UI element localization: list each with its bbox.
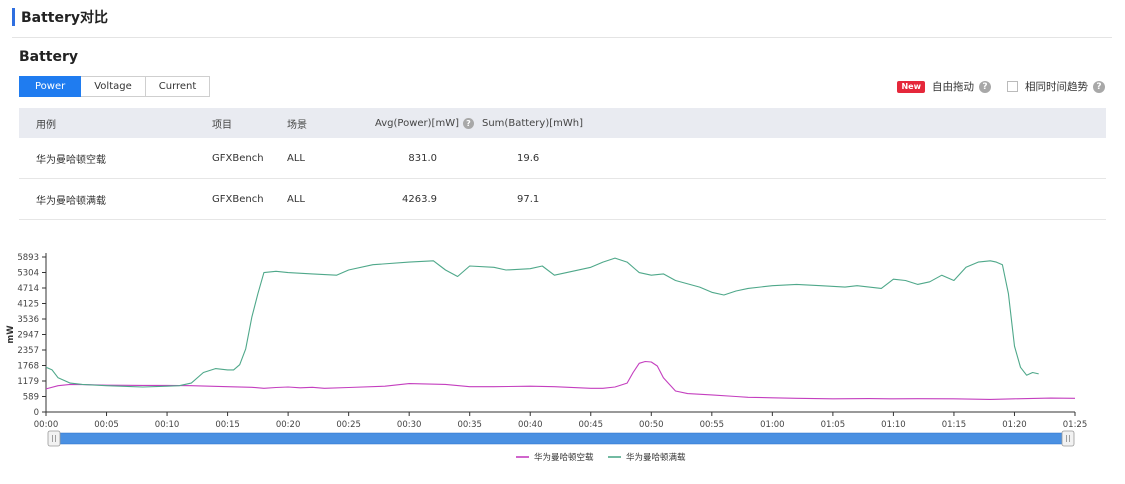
page-title: Battery对比 [21, 10, 109, 26]
help-icon[interactable]: ? [979, 80, 991, 93]
header-accent-bar [12, 8, 15, 26]
tab-voltage[interactable]: Voltage [81, 76, 146, 97]
legend-label-2: 华为曼哈顿满载 [626, 452, 686, 463]
table-cell: ALL [287, 152, 305, 164]
x-tick-label: 00:40 [518, 420, 543, 430]
section-title: Battery [19, 49, 79, 65]
zoom-slider[interactable] [47, 430, 1075, 447]
table-header: 用例 项目 场景 Avg(Power)[mW] ? Sum(Battery)[m… [19, 108, 1106, 138]
x-tick-label: 01:15 [942, 420, 967, 430]
header-cell: 场景 [287, 119, 307, 131]
table-cell: 831.0 [408, 152, 437, 164]
table-row[interactable]: 华为曼哈顿满载 GFXBench ALL 4263.9 97.1 [19, 179, 1106, 220]
x-tick-label: 00:20 [276, 420, 301, 430]
x-tick-label: 00:50 [639, 420, 664, 430]
table-cell: GFXBench [212, 193, 264, 205]
y-tick-label: 2947 [17, 330, 39, 340]
x-tick-label: 01:05 [821, 420, 846, 430]
y-tick-label: 0 [34, 408, 39, 418]
same-time-checkbox[interactable] [1007, 81, 1018, 92]
chart-tools: New 自由拖动 ? 相同时间趋势 ? [897, 79, 1105, 94]
header-cell-label: Avg(Power)[mW] [375, 117, 459, 129]
summary-table: 用例 项目 场景 Avg(Power)[mW] ? Sum(Battery)[m… [19, 108, 1106, 220]
x-tick-label: 01:10 [881, 420, 906, 430]
x-tick-label: 01:20 [1002, 420, 1027, 430]
x-tick-label: 00:55 [700, 420, 725, 430]
chart-series [45, 257, 1076, 400]
page-header: Battery对比 [12, 7, 108, 27]
zoom-handle-left [47, 430, 61, 447]
x-tick-label: 01:25 [1063, 420, 1088, 430]
table-cell: GFXBench [212, 152, 264, 164]
table-cell: ALL [287, 193, 305, 205]
x-tick-label: 00:00 [34, 420, 59, 430]
x-tick-label: 00:10 [155, 420, 180, 430]
tab-power[interactable]: Power [19, 76, 82, 97]
zoom-handle-right [1061, 430, 1075, 447]
power-line-chart: 0 589 1179 1768 2357 2947 3536 4125 4714 5304 5893… [6, 253, 1087, 463]
y-tick-label: 1768 [17, 361, 39, 371]
table-cell: 4263.9 [402, 193, 437, 205]
header-cell: Sum(Battery)[mWh] [482, 117, 584, 129]
help-icon[interactable]: ? [463, 117, 474, 129]
header-cell-avg-power: Avg(Power)[mW] ? [375, 108, 474, 138]
table-cell: 19.6 [517, 152, 540, 164]
x-tick-label: 00:45 [579, 420, 604, 430]
table-cell: 华为曼哈顿空载 [36, 154, 106, 166]
x-tick-label: 00:35 [457, 420, 482, 430]
y-tick-label: 4714 [17, 284, 39, 294]
tab-current[interactable]: Current [145, 76, 211, 97]
y-tick-label: 5304 [17, 268, 39, 278]
y-tick-label: 4125 [17, 300, 39, 310]
y-tick-label: 3536 [17, 315, 39, 325]
table-cell: 华为曼哈顿满载 [36, 195, 106, 207]
free-drag-toggle[interactable]: 自由拖动 [932, 79, 974, 94]
x-tick-label: 00:15 [215, 420, 240, 430]
y-axis-title: mW [6, 325, 16, 344]
y-tick-label: 589 [23, 393, 39, 403]
header-cell: 项目 [212, 119, 232, 131]
table-row[interactable]: 华为曼哈顿空载 GFXBench ALL 831.0 19.6 [19, 138, 1106, 179]
same-time-label[interactable]: 相同时间趋势 [1025, 79, 1088, 94]
x-tick-label: 00:25 [336, 420, 361, 430]
chart-axes: 0 589 1179 1768 2357 2947 3536 4125 4714 5304 5893… [6, 253, 1087, 430]
new-badge: New [897, 80, 925, 93]
series-line-2 [45, 257, 1039, 388]
metric-tabs: Power Voltage Current [19, 76, 211, 97]
y-tick-label: 1179 [17, 377, 39, 387]
legend-label-1: 华为曼哈顿空载 [534, 452, 594, 463]
zoom-range-fill [51, 432, 1073, 445]
x-tick-label: 00:30 [397, 420, 422, 430]
y-tick-label: 2357 [17, 346, 39, 356]
table-cell: 97.1 [517, 193, 540, 205]
x-tick-label: 00:05 [94, 420, 119, 430]
help-icon[interactable]: ? [1093, 80, 1105, 93]
y-tick-label: 5893 [17, 253, 39, 263]
x-tick-label: 01:00 [760, 420, 785, 430]
series-line-1 [45, 360, 1076, 400]
chart-legend: 华为曼哈顿空载 华为曼哈顿满载 [516, 452, 686, 463]
header-cell: 用例 [36, 119, 56, 131]
header-divider [12, 37, 1112, 38]
